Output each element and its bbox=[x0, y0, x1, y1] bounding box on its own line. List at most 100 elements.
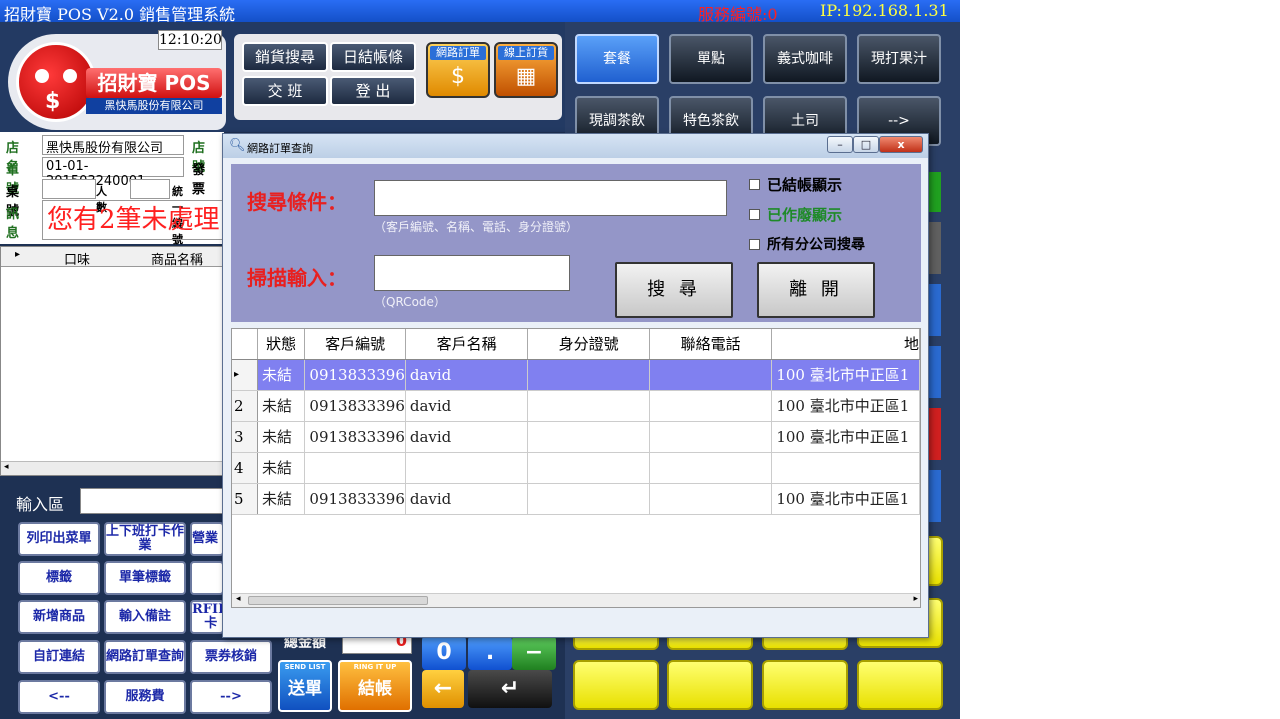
grid-scrollbar[interactable]: ◂ bbox=[1, 461, 225, 475]
table-row[interactable]: ▸ 未結 0913833396 david 100 臺北市中正區1 bbox=[232, 359, 920, 391]
search-condition-input[interactable] bbox=[374, 180, 727, 216]
cell-address: 100 臺北市中正區1 bbox=[771, 421, 920, 453]
col-status[interactable]: 狀態 bbox=[257, 329, 306, 360]
maximize-icon[interactable]: □ bbox=[853, 136, 879, 153]
prev-page-button[interactable]: <-- bbox=[18, 680, 100, 714]
side-tab-blue-3[interactable] bbox=[929, 470, 941, 522]
input-note-button[interactable]: 輸入備註 bbox=[104, 600, 186, 634]
col-id-no[interactable]: 身分證號 bbox=[527, 329, 650, 360]
show-closed-label: 已結帳顯示 bbox=[767, 176, 843, 194]
order-result-table[interactable]: 狀態 客戶編號 客戶名稱 身分證號 聯絡電話 地 ▸ 未結 0913833396 da… bbox=[231, 328, 921, 608]
keypad-minus[interactable]: − bbox=[512, 636, 556, 670]
table-horizontal-scrollbar[interactable]: ◂ ▸ bbox=[232, 593, 920, 607]
daily-close-button[interactable]: 日結帳條 bbox=[330, 42, 416, 72]
scan-input[interactable] bbox=[374, 255, 570, 291]
sales-search-button[interactable]: 銷貨搜尋 bbox=[242, 42, 328, 72]
dialog-title-bar[interactable]: 🔍︎ 網路訂單查詢 – □ x bbox=[223, 134, 928, 158]
cell-id-no bbox=[527, 452, 650, 484]
product-button-r3c1[interactable] bbox=[573, 660, 659, 710]
table-row[interactable]: 5 未結 0913833396 david 100 臺北市中正區1 bbox=[232, 483, 920, 515]
send-order-button[interactable]: SEND LIST 送單 bbox=[278, 660, 332, 712]
category-single-item[interactable]: 單點 bbox=[669, 34, 753, 84]
category-set-meal[interactable]: 套餐 bbox=[575, 34, 659, 84]
rfid-button[interactable]: RFID卡 bbox=[190, 600, 224, 634]
close-icon[interactable]: x bbox=[879, 136, 923, 153]
col-address[interactable]: 地 bbox=[771, 329, 920, 360]
cell-phone bbox=[649, 390, 773, 422]
product-button-r3c4[interactable] bbox=[857, 660, 943, 710]
category-italian-coffee[interactable]: 義式咖啡 bbox=[763, 34, 847, 84]
brand-name: 招財寶 POS bbox=[86, 68, 222, 98]
table-row[interactable]: 2 未結 0913833396 david 100 臺北市中正區1 bbox=[232, 390, 920, 422]
table-row[interactable]: 4 未結 bbox=[232, 452, 920, 484]
col-phone[interactable]: 聯絡電話 bbox=[649, 329, 773, 360]
row-number[interactable]: ▸ bbox=[232, 359, 258, 391]
online-order-button[interactable]: 網路訂單 $ bbox=[426, 42, 490, 98]
hidden-button[interactable] bbox=[190, 561, 224, 595]
online-purchase-label: 線上訂貨 bbox=[498, 46, 554, 60]
checkbox-box[interactable] bbox=[749, 239, 760, 250]
send-top-label: SEND LIST bbox=[284, 663, 326, 671]
side-tab-blue-1[interactable] bbox=[929, 284, 941, 336]
side-tab-blue-2[interactable] bbox=[929, 346, 941, 398]
col-customer-no[interactable]: 客戶編號 bbox=[304, 329, 406, 360]
table-row[interactable]: 3 未結 0913833396 david 100 臺北市中正區1 bbox=[232, 421, 920, 453]
product-button-r3c3[interactable] bbox=[762, 660, 848, 710]
col-customer-name[interactable]: 客戶名稱 bbox=[405, 329, 529, 360]
side-tab-gray[interactable] bbox=[929, 222, 941, 274]
clock-in-button[interactable]: 上下班打卡作業 bbox=[104, 522, 186, 556]
leave-button[interactable]: 離 開 bbox=[757, 262, 875, 318]
col-product: 商品名稱 bbox=[150, 253, 203, 268]
cell-status: 未結 bbox=[257, 390, 306, 422]
side-tab-green[interactable] bbox=[929, 172, 941, 212]
clock: 12:10:20 bbox=[158, 30, 222, 50]
backspace-arrow-icon[interactable]: ← bbox=[422, 670, 464, 708]
print-menu-button[interactable]: 列印出菜單 bbox=[18, 522, 100, 556]
magnifier-icon: 🔍︎ bbox=[229, 138, 246, 153]
business-button[interactable]: 營業 bbox=[190, 522, 224, 556]
search-condition-label: 搜尋條件： bbox=[247, 190, 347, 214]
voucher-verify-button[interactable]: 票券核銷 bbox=[190, 640, 272, 674]
cell-customer-no: 0913833396 bbox=[304, 390, 406, 422]
search-button[interactable]: 搜 尋 bbox=[615, 262, 733, 318]
cell-phone bbox=[649, 359, 773, 391]
cell-phone bbox=[649, 483, 773, 515]
enter-icon[interactable]: ↵ bbox=[468, 670, 552, 708]
shift-button[interactable]: 交 班 bbox=[242, 76, 328, 106]
side-tab-red[interactable] bbox=[929, 408, 941, 460]
keypad-zero[interactable]: 0 bbox=[422, 636, 466, 670]
add-product-button[interactable]: 新增商品 bbox=[18, 600, 100, 634]
online-order-query-button[interactable]: 網路訂單查詢 bbox=[104, 640, 186, 674]
row-number[interactable]: 4 bbox=[232, 452, 258, 484]
keypad-dot[interactable]: . bbox=[468, 636, 512, 670]
checkbox-box[interactable] bbox=[749, 209, 760, 220]
table-no-field[interactable] bbox=[42, 179, 96, 199]
service-fee-button[interactable]: 服務費 bbox=[104, 680, 186, 714]
row-number[interactable]: 2 bbox=[232, 390, 258, 422]
checkout-button[interactable]: RING IT UP 結帳 bbox=[338, 660, 412, 712]
label-button[interactable]: 標籤 bbox=[18, 561, 100, 595]
scroll-left-icon[interactable]: ◂ bbox=[236, 594, 241, 604]
scan-input-hint: （QRCode） bbox=[374, 295, 446, 309]
search-panel: 搜尋條件： （客戶編號、名稱、電話、身分證號） 掃描輸入： （QRCode） 已… bbox=[231, 164, 921, 322]
scan-input-label: 掃描輸入： bbox=[247, 266, 347, 290]
company-name: 黑快馬股份有限公司 bbox=[86, 98, 222, 114]
people-field[interactable] bbox=[130, 179, 170, 199]
logout-button[interactable]: 登 出 bbox=[330, 76, 416, 106]
category-fresh-juice[interactable]: 現打果汁 bbox=[857, 34, 941, 84]
row-number[interactable]: 5 bbox=[232, 483, 258, 515]
product-button-r3c2[interactable] bbox=[667, 660, 753, 710]
cell-address: 100 臺北市中正區1 bbox=[771, 483, 920, 515]
scroll-left-icon[interactable]: ◂ bbox=[4, 462, 9, 472]
checkbox-box[interactable] bbox=[749, 179, 760, 190]
minimize-icon[interactable]: – bbox=[827, 136, 853, 153]
next-page-button[interactable]: --> bbox=[190, 680, 272, 714]
scroll-right-icon[interactable]: ▸ bbox=[913, 594, 918, 604]
single-label-button[interactable]: 單筆標籤 bbox=[104, 561, 186, 595]
row-number[interactable]: 3 bbox=[232, 421, 258, 453]
input-area-field[interactable] bbox=[80, 488, 224, 514]
scrollbar-thumb[interactable] bbox=[248, 596, 428, 605]
order-item-grid[interactable]: ▸ 口味 商品名稱 ◂ bbox=[0, 246, 225, 476]
self-link-button[interactable]: 自訂連結 bbox=[18, 640, 100, 674]
online-purchase-button[interactable]: 線上訂貨 ▦ bbox=[494, 42, 558, 98]
